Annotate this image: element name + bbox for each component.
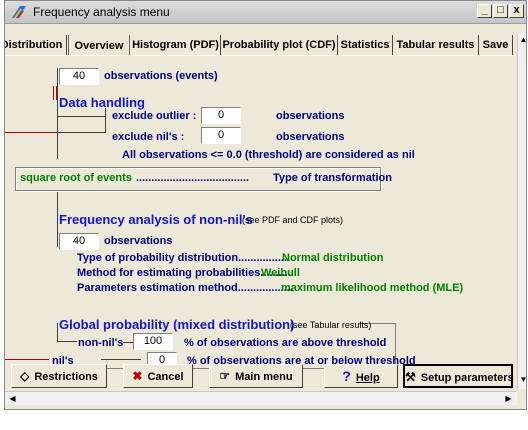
- pointing-hand-icon: ☞: [219, 369, 231, 383]
- tab-overview[interactable]: Overview: [68, 35, 130, 55]
- observations-count-field[interactable]: 40: [59, 68, 99, 85]
- tab-probability-plot[interactable]: Probability plot (CDF): [221, 35, 338, 55]
- connector-line: [57, 191, 58, 247]
- global-prob-note: (see Tabular results): [290, 320, 372, 330]
- data-handling-heading: Data handling: [59, 95, 145, 110]
- exclude-outlier-label: exclude outlier :: [112, 110, 197, 122]
- connector-red-line: [5, 359, 49, 360]
- observations-label: observations (events): [104, 70, 218, 82]
- diamond-icon: ◇: [20, 369, 30, 383]
- horizontal-scrollbar[interactable]: ◀ ▶: [5, 391, 517, 405]
- app-icon: [12, 6, 26, 18]
- cancel-button[interactable]: ✖ Cancel: [123, 364, 193, 388]
- restrictions-button[interactable]: ◇ Restrictions: [11, 364, 107, 388]
- estimation-value[interactable]: maximum likelihood method (MLE): [281, 282, 463, 294]
- tools-icon: ⚒: [405, 370, 416, 384]
- help-button[interactable]: ? Help: [324, 364, 398, 388]
- maximize-button[interactable]: □: [493, 4, 508, 18]
- exclude-outlier-unit: observations: [276, 110, 345, 122]
- minimize-button[interactable]: _: [477, 4, 492, 18]
- main-menu-button[interactable]: ☞ Main menu: [209, 364, 303, 388]
- connector-line: [57, 132, 105, 133]
- tab-distribution[interactable]: Distribution: [5, 35, 67, 55]
- setup-parameters-label: Setup parameters: [420, 372, 514, 384]
- tab-tabular-results[interactable]: Tabular results: [393, 35, 479, 55]
- vertical-scrollbar[interactable]: ▲ ▼: [517, 33, 526, 389]
- question-mark-icon: ?: [342, 368, 351, 384]
- scroll-up-icon[interactable]: ▲: [519, 35, 526, 45]
- connector-line: [57, 116, 105, 117]
- non-nils-percent-field[interactable]: 100: [133, 333, 173, 350]
- non-nils-label: non-nil's: [78, 337, 124, 349]
- setup-parameters-button[interactable]: ⚒ Setup parameters: [403, 364, 514, 388]
- threshold-note: All observations <= 0.0 (threshold) are …: [122, 149, 415, 161]
- transformation-dots: .....................................: [136, 172, 250, 184]
- global-prob-heading: Global probability (mixed distribution): [59, 317, 295, 332]
- distribution-value[interactable]: Normal distribution: [282, 252, 383, 264]
- scroll-down-icon[interactable]: ▼: [519, 375, 526, 385]
- transformation-label: Type of transformation: [273, 172, 392, 184]
- connector-line: [123, 342, 133, 343]
- exclude-outlier-field[interactable]: 0: [201, 107, 241, 124]
- main-menu-label: Main menu: [235, 371, 293, 383]
- connector-red-line: [53, 86, 54, 100]
- exclude-nils-label: exclude nil's :: [112, 131, 185, 143]
- scroll-left-icon[interactable]: ◀: [7, 393, 18, 404]
- connector-red-line: [5, 132, 57, 133]
- restrictions-label: Restrictions: [34, 371, 98, 383]
- non-nils-text: % of observations are above threshold: [184, 337, 387, 349]
- window-title: Frequency analysis menu: [33, 5, 170, 19]
- method-value[interactable]: Weibull: [261, 267, 300, 279]
- transformation-box[interactable]: square root of events ..................…: [15, 167, 392, 191]
- transformation-value: square root of events: [20, 172, 132, 184]
- freq-non-nil-heading: Frequency analysis of non-nil's: [59, 212, 253, 227]
- tab-histogram[interactable]: Histogram (PDF): [131, 35, 221, 55]
- tab-panel-edge: [5, 55, 515, 56]
- exclude-nils-unit: observations: [276, 131, 345, 143]
- tab-save[interactable]: Save: [479, 35, 513, 55]
- close-button[interactable]: x: [509, 4, 524, 18]
- non-nil-observations-field[interactable]: 40: [59, 233, 99, 250]
- cancel-label: Cancel: [147, 371, 184, 383]
- connector-line: [57, 68, 58, 159]
- scroll-right-icon[interactable]: ▶: [503, 393, 514, 404]
- non-nil-observations-label: observations: [104, 235, 173, 247]
- connector-line: [105, 108, 106, 133]
- tab-strip: Distribution Overview Histogram (PDF) Pr…: [5, 35, 515, 55]
- exclude-nils-field[interactable]: 0: [201, 127, 241, 144]
- tab-statistics[interactable]: Statistics: [338, 35, 393, 55]
- help-label: Help: [355, 372, 380, 384]
- frequency-analysis-window: Frequency analysis menu _ □ x Distributi…: [4, 0, 527, 410]
- distribution-label: Type of probability distribution........…: [77, 252, 291, 264]
- connector-red-line: [56, 86, 57, 100]
- title-bar[interactable]: Frequency analysis menu _ □ x: [5, 1, 526, 24]
- freq-non-nil-note: (see PDF and CDF plots): [242, 215, 344, 225]
- estimation-label: Parameters estimation method............…: [77, 282, 293, 294]
- cross-icon: ✖: [132, 369, 143, 383]
